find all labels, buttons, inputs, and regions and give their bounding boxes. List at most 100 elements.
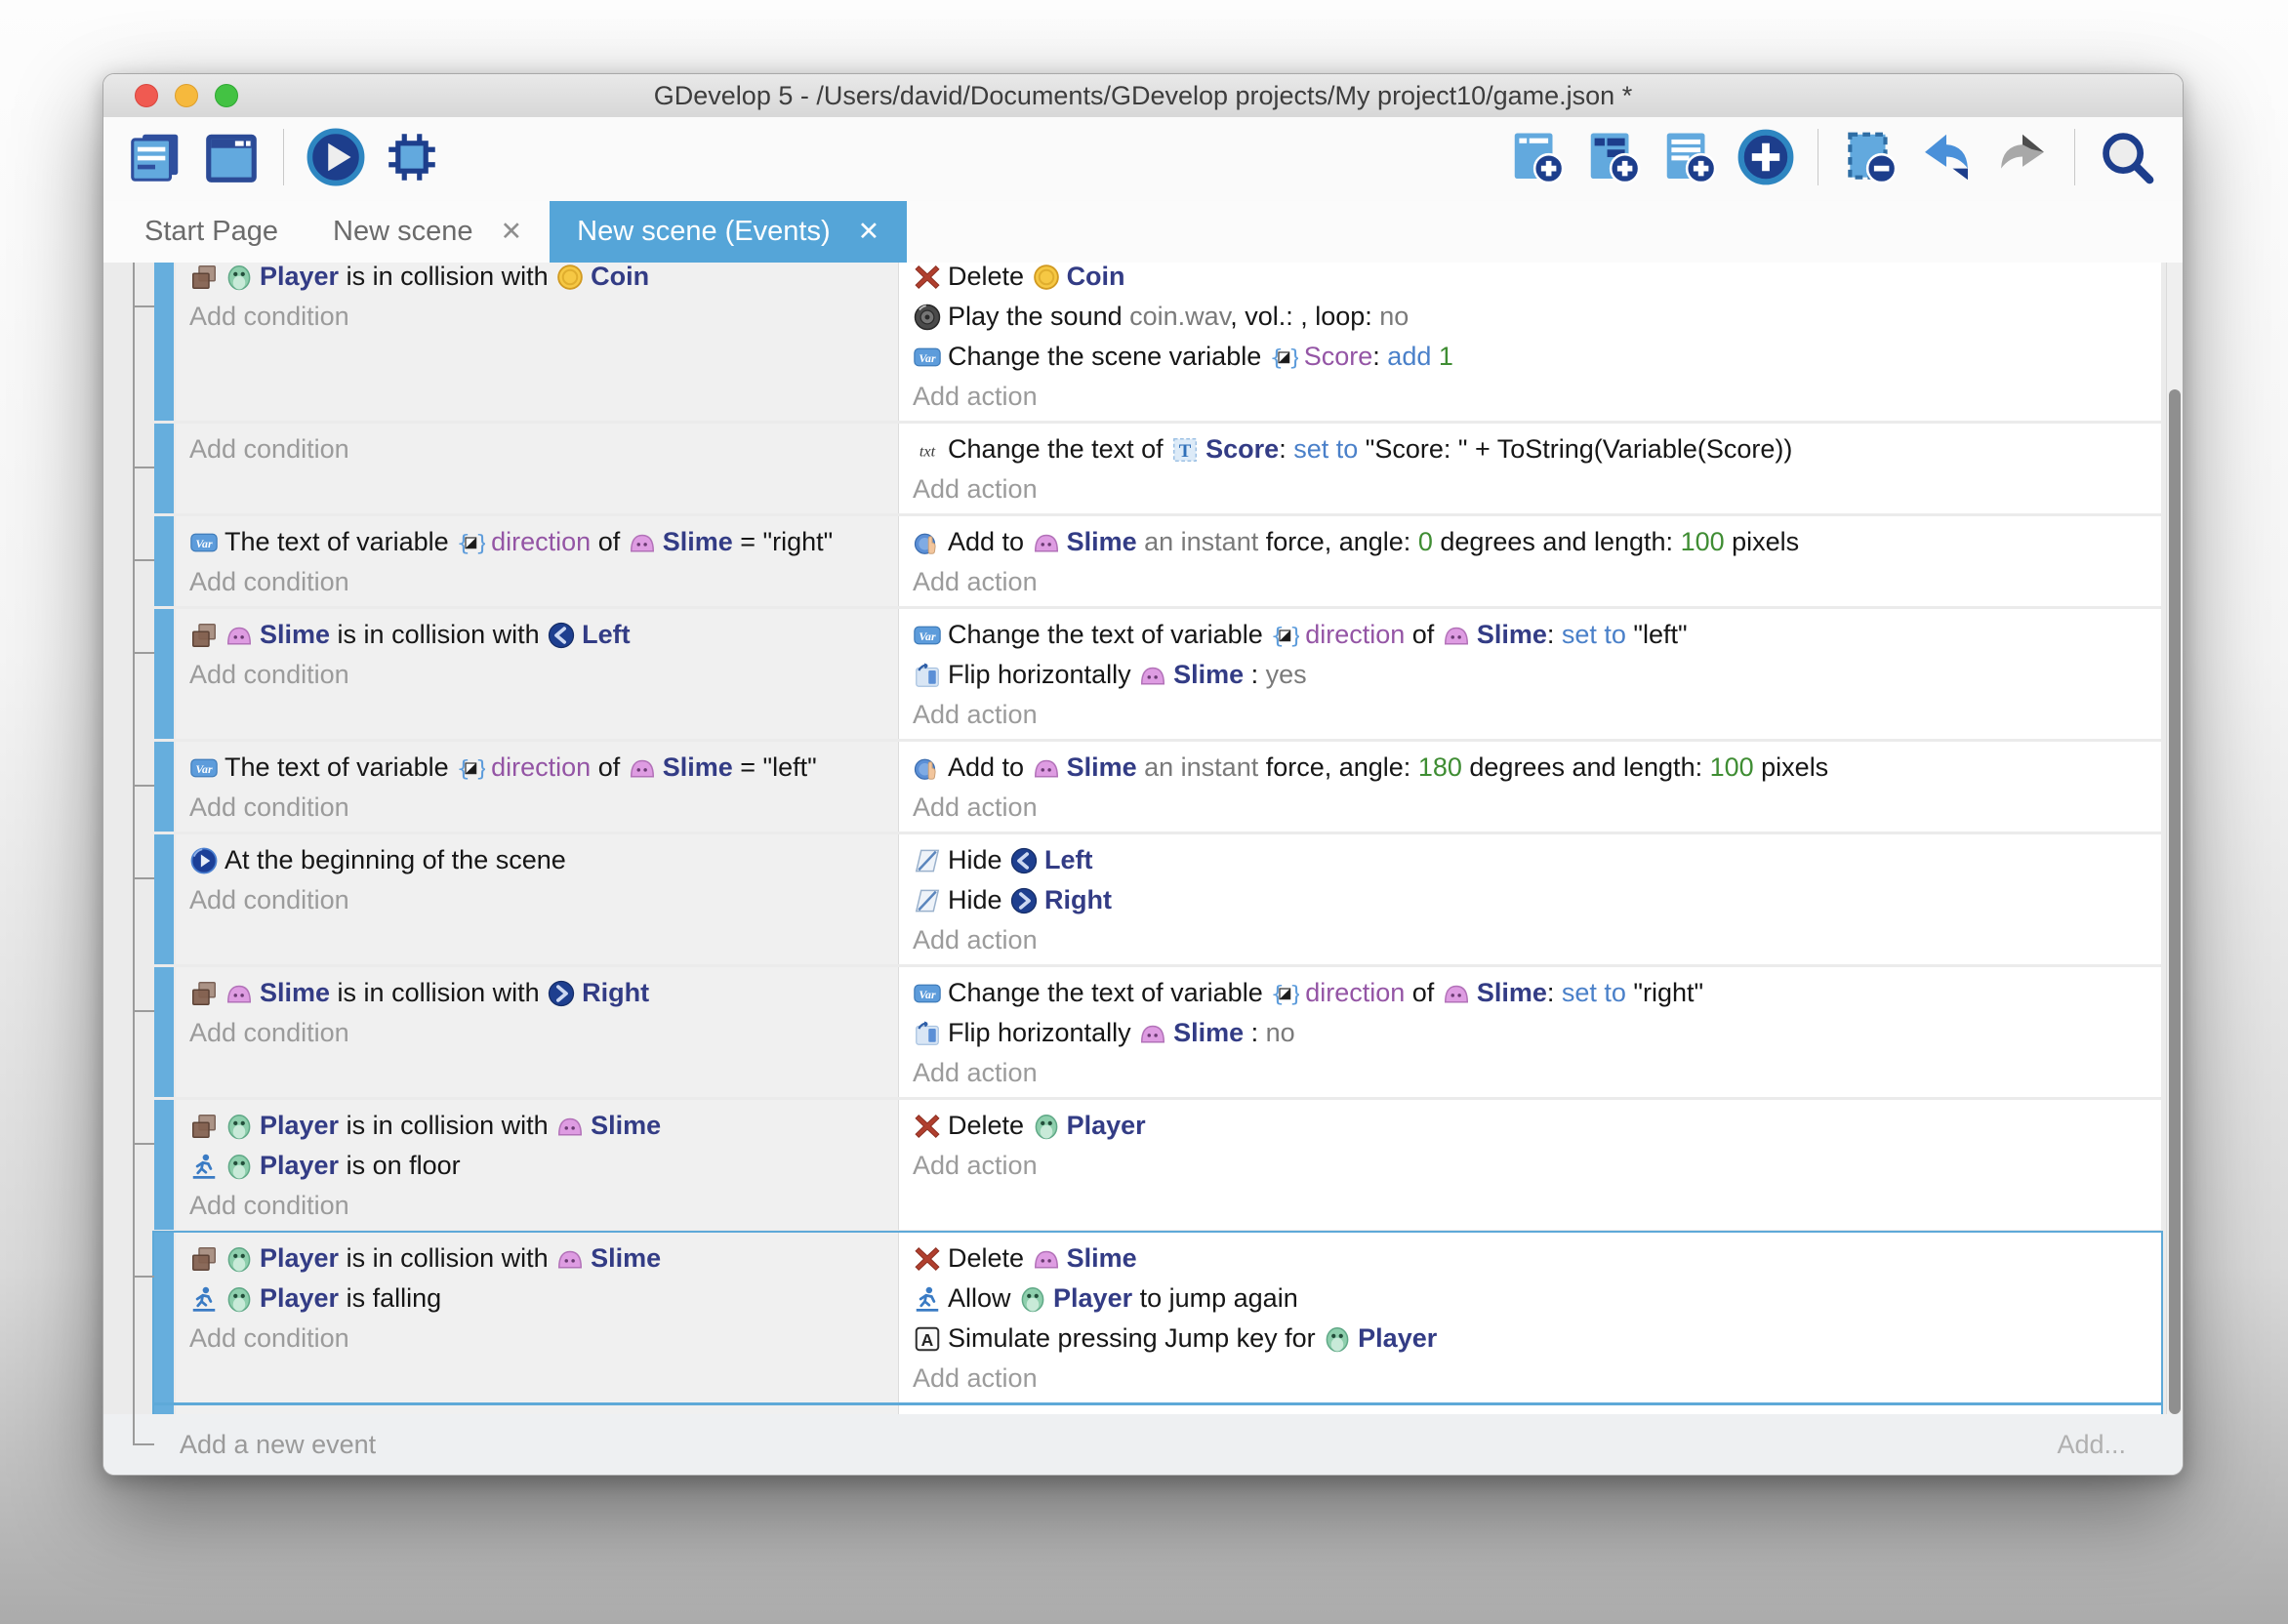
event-row[interactable]: VarThe text of variable {}direction of S… (154, 516, 2161, 606)
event-row[interactable]: Player is in collision with SlimePlayer … (154, 1100, 2161, 1230)
text-segment: Change the text of variable (948, 620, 1270, 649)
event-drag-handle[interactable] (154, 424, 174, 513)
event-drag-handle[interactable] (154, 1405, 174, 1414)
text-segment: no (1379, 302, 1409, 331)
condition-line[interactable]: Player is in collision with Coin (189, 263, 884, 297)
event-drag-handle[interactable] (154, 967, 174, 1097)
add-action-button[interactable]: Add action (913, 920, 2147, 960)
event-drag-handle[interactable] (154, 1100, 174, 1230)
add-comment-icon[interactable] (1659, 127, 1720, 187)
condition-line[interactable]: Player is in collision with Slime (189, 1238, 884, 1279)
add-condition-button[interactable]: Add condition (189, 1186, 884, 1226)
vertical-scrollbar[interactable] (2166, 263, 2183, 1414)
action-line[interactable]: Flip horizontally Slime : yes (913, 655, 2147, 695)
action-line[interactable]: Flip horizontally Slime : no (913, 1013, 2147, 1053)
event-drag-handle[interactable] (154, 263, 174, 421)
redo-icon[interactable] (1992, 127, 2053, 187)
add-condition-button[interactable]: Add condition (189, 562, 884, 602)
add-condition-button[interactable]: Add condition (189, 1013, 884, 1053)
slime-icon (1138, 1019, 1167, 1048)
add-condition-button[interactable]: Add condition (189, 788, 884, 828)
add-condition-button[interactable]: Add condition (189, 1319, 884, 1359)
action-line[interactable]: Delete Player (913, 1106, 2147, 1146)
add-action-button[interactable]: Add action (913, 1359, 2147, 1399)
tab-close-icon[interactable]: ✕ (501, 219, 523, 245)
event-drag-handle[interactable] (154, 742, 174, 832)
add-action-button[interactable]: Add action (913, 562, 2147, 602)
sound-icon (913, 303, 942, 332)
event-drag-handle[interactable] (154, 834, 174, 964)
add-action-button[interactable]: Add action (913, 469, 2147, 509)
condition-line[interactable]: Slime is in collision with Left (189, 615, 884, 655)
action-line[interactable]: Allow Player to jump again (913, 1279, 2147, 1319)
add-action-button[interactable]: Add action (913, 377, 2147, 417)
add-action-button[interactable]: Add action (913, 695, 2147, 735)
event-row[interactable]: Slime is in collision with LeftAdd condi… (154, 609, 2161, 739)
add-condition-button[interactable]: Add condition (189, 655, 884, 695)
action-line[interactable]: txtChange the text of TScore: set to "Sc… (913, 429, 2147, 469)
tab-close-icon[interactable]: ✕ (858, 219, 880, 245)
action-line[interactable]: Play the sound coin.wav, vol.: , loop: n… (913, 297, 2147, 337)
action-line[interactable]: Add to Slime an instant force, angle: 18… (913, 748, 2147, 788)
action-line[interactable]: VarChange the text of variable {}directi… (913, 973, 2147, 1013)
action-line[interactable]: ASimulate pressing Jump key for Player (913, 1319, 2147, 1359)
event-row[interactable]: Player is in collision with SlimePlayer … (154, 1233, 2161, 1402)
event-row[interactable]: At the beginning of the sceneAdd conditi… (154, 834, 2161, 964)
text-segment: : (1547, 620, 1562, 649)
scene-editor-icon[interactable] (201, 127, 262, 187)
actions-panel: Add to Slime an instant force, angle: 18… (899, 742, 2161, 832)
tab-start-page[interactable]: Start Page (117, 201, 306, 263)
platformer-icon (189, 1152, 219, 1181)
condition-line[interactable]: Slime is in collision with Right (189, 973, 884, 1013)
title-bar[interactable]: GDevelop 5 - /Users/david/Documents/GDev… (103, 74, 2183, 118)
action-line[interactable]: VarChange the scene variable {}Score: ad… (913, 337, 2147, 377)
action-line[interactable]: Hide Right (913, 880, 2147, 920)
event-row[interactable]: Player is in collision with CheckpointAd… (154, 1405, 2161, 1414)
event-drag-handle[interactable] (154, 609, 174, 739)
text-segment: Player (1067, 1111, 1146, 1140)
condition-line[interactable]: Player is on floor (189, 1146, 884, 1186)
collision-icon (189, 1112, 219, 1141)
debug-icon[interactable] (382, 127, 442, 187)
add-event-icon[interactable] (1507, 127, 1568, 187)
tab-new-scene[interactable]: New scene✕ (306, 201, 550, 263)
add-condition-button[interactable]: Add condition (189, 429, 884, 469)
event-drag-handle[interactable] (154, 516, 174, 606)
add-new-event-button[interactable]: Add a new event (180, 1430, 376, 1460)
event-row[interactable]: Slime is in collision with RightAdd cond… (154, 967, 2161, 1097)
svg-text:}: } (475, 531, 485, 556)
condition-line[interactable]: Player is in collision with Slime (189, 1106, 884, 1146)
action-line[interactable]: Add to Slime an instant force, angle: 0 … (913, 522, 2147, 562)
project-manager-icon[interactable] (125, 127, 185, 187)
undo-icon[interactable] (1916, 127, 1977, 187)
add-condition-button[interactable]: Add condition (189, 880, 884, 920)
svg-text:Var: Var (195, 762, 213, 776)
remove-event-icon[interactable] (1840, 127, 1900, 187)
action-line[interactable]: Hide Left (913, 840, 2147, 880)
play-icon[interactable] (306, 127, 366, 187)
condition-line[interactable]: At the beginning of the scene (189, 840, 884, 880)
event-row[interactable]: Player is in collision with CoinAdd cond… (154, 263, 2161, 421)
add-button[interactable]: Add... (2057, 1430, 2126, 1460)
event-drag-handle[interactable] (154, 1233, 174, 1402)
event-row[interactable]: Add condition txtChange the text of TScor… (154, 424, 2161, 513)
event-row[interactable]: VarThe text of variable {}direction of S… (154, 742, 2161, 832)
action-line[interactable]: VarChange the text of variable {}directi… (913, 615, 2147, 655)
condition-line[interactable]: Player is falling (189, 1279, 884, 1319)
scrollbar-thumb[interactable] (2169, 389, 2181, 1414)
action-line[interactable]: Delete Slime (913, 1238, 2147, 1279)
action-line[interactable]: Delete Coin (913, 263, 2147, 297)
add-action-button[interactable]: Add action (913, 1146, 2147, 1186)
add-subevent-icon[interactable] (1583, 127, 1644, 187)
text-segment: Right (582, 978, 649, 1007)
search-icon[interactable] (2097, 127, 2157, 187)
add-action-button[interactable]: Add action (913, 1053, 2147, 1093)
varfield-icon: {} (1269, 343, 1298, 372)
condition-line[interactable]: VarThe text of variable {}direction of S… (189, 748, 884, 788)
add-plus-icon[interactable] (1736, 127, 1796, 187)
add-condition-button[interactable]: Add condition (189, 297, 884, 337)
tab-new-scene-events-[interactable]: New scene (Events)✕ (550, 201, 907, 263)
condition-line[interactable]: VarThe text of variable {}direction of S… (189, 522, 884, 562)
actions-panel: VarChange the text of variable {}directi… (899, 967, 2161, 1097)
add-action-button[interactable]: Add action (913, 788, 2147, 828)
